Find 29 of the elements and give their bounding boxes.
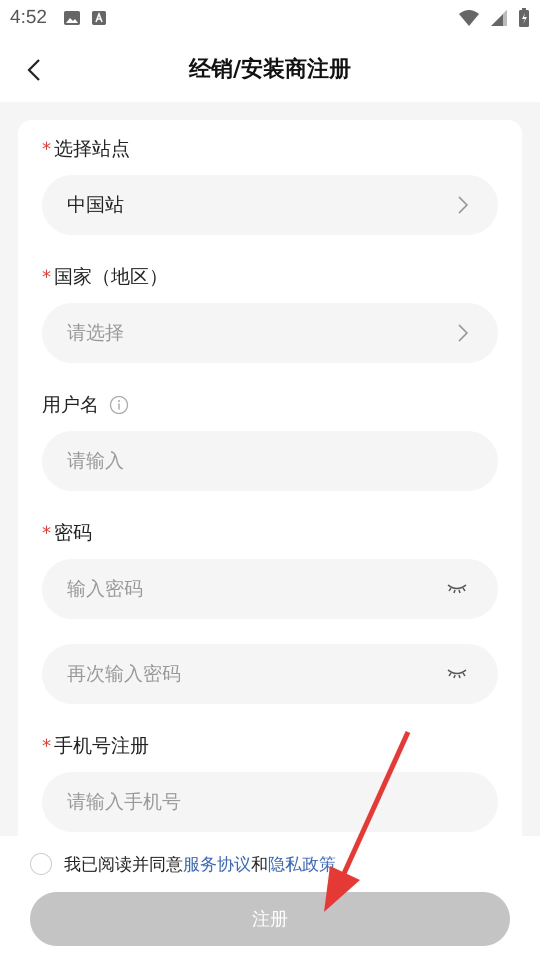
battery-icon: [518, 8, 530, 28]
signal-icon: [490, 9, 508, 27]
back-icon[interactable]: [27, 58, 41, 82]
closed-eye-icon[interactable]: [446, 583, 468, 595]
select-field[interactable]: 请选择: [42, 303, 498, 363]
select-field[interactable]: 中国站: [42, 175, 498, 235]
password-field[interactable]: 输入密码: [42, 559, 498, 619]
keyboard-app-icon: [90, 10, 107, 26]
input-field[interactable]: 请输入: [42, 431, 498, 491]
required-mark: *: [42, 266, 51, 288]
service-agreement-link[interactable]: 服务协议: [183, 854, 251, 874]
image-icon: [62, 9, 81, 27]
closed-eye-icon[interactable]: [446, 668, 468, 680]
field-label: 用户名: [42, 393, 99, 418]
password-field[interactable]: 再次输入密码: [42, 644, 498, 704]
chevron-right-icon: [458, 324, 468, 342]
required-mark: *: [42, 736, 51, 756]
field-label: 手机号注册: [54, 734, 149, 759]
field-label: 选择站点: [54, 137, 130, 162]
field-label: 国家（地区）: [54, 265, 168, 290]
status-time: 4:52: [10, 7, 47, 29]
required-mark: *: [42, 522, 51, 544]
wifi-icon: [458, 9, 480, 27]
required-mark: *: [42, 138, 51, 160]
agree-checkbox[interactable]: [30, 853, 52, 875]
chevron-right-icon: [458, 196, 468, 214]
field-label: 密码: [54, 521, 92, 546]
input-field[interactable]: 请输入手机号: [42, 772, 498, 832]
page-title: 经销/安装商注册: [188, 56, 352, 84]
